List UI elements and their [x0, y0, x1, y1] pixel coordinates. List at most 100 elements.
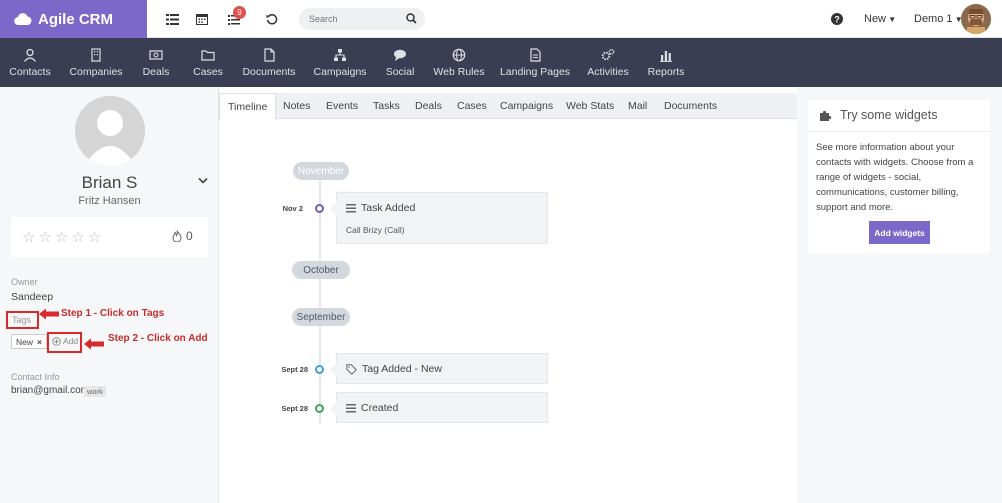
tab-documents[interactable]: Documents — [664, 93, 717, 119]
nav-campaigns[interactable]: Campaigns — [313, 38, 367, 87]
page-icon — [530, 47, 541, 62]
nav-label: Cases — [193, 65, 223, 78]
history-icon[interactable] — [264, 11, 280, 27]
timeline-month-november: November — [293, 162, 349, 180]
close-icon[interactable]: × — [37, 337, 42, 347]
puzzle-icon — [820, 110, 832, 121]
search-box[interactable] — [299, 8, 425, 30]
nav-social[interactable]: Social — [386, 38, 414, 87]
widgets-title: Try some widgets — [819, 108, 937, 122]
chevron-down-icon[interactable] — [198, 177, 208, 185]
brand-logo[interactable]: Agile CRM — [0, 0, 147, 38]
tag-label: New — [16, 336, 34, 347]
tab-label: Cases — [457, 100, 487, 112]
widgets-sidebar: Try some widgets See more information ab… — [797, 87, 1002, 503]
new-menu[interactable]: New ▼ — [864, 13, 896, 25]
star-icon[interactable]: ☆ — [38, 228, 51, 246]
tab-tasks[interactable]: Tasks — [373, 93, 400, 119]
tab-label: Notes — [283, 100, 311, 112]
user-menu-label: Demo 1 — [914, 13, 953, 25]
sitemap-icon — [334, 48, 346, 61]
new-menu-label: New — [864, 13, 887, 25]
annotation-step1: Step 1 - Click on Tags — [61, 308, 165, 319]
annotation-arrow-icon — [39, 308, 59, 320]
nav-companies[interactable]: Companies — [69, 38, 123, 87]
search-icon[interactable] — [406, 13, 417, 24]
tab-timeline[interactable]: Timeline — [219, 93, 277, 120]
timeline-dot — [315, 204, 324, 213]
folder-icon — [201, 49, 215, 61]
email-type-badge: work — [84, 386, 106, 397]
event-date: Nov 2 — [282, 204, 303, 213]
nav-label: Web Rules — [433, 65, 485, 78]
timeline-event-card[interactable]: Created — [330, 392, 548, 423]
nav-activities[interactable]: Activities — [587, 38, 629, 87]
widgets-title-text: Try some widgets — [840, 108, 938, 122]
timeline-dot — [315, 404, 324, 413]
contact-email[interactable]: brian@gmail.com — [11, 385, 89, 396]
tab-web-stats[interactable]: Web Stats — [566, 93, 614, 119]
brand-name: Agile CRM — [38, 10, 113, 28]
search-input[interactable] — [309, 14, 405, 24]
tab-campaigns[interactable]: Campaigns — [500, 93, 553, 119]
star-icon[interactable]: ☆ — [22, 228, 35, 246]
nav-landing-pages[interactable]: Landing Pages — [500, 38, 570, 87]
calendar-icon[interactable] — [194, 11, 210, 27]
star-icon[interactable]: ☆ — [88, 228, 101, 246]
nav-label: Deals — [142, 65, 170, 78]
svg-text:?: ? — [834, 15, 840, 25]
list-view-icon[interactable] — [164, 11, 180, 27]
tab-events[interactable]: Events — [326, 93, 358, 119]
help-icon[interactable]: ? — [829, 11, 845, 27]
contact-company[interactable]: Fritz Hansen — [0, 195, 219, 207]
star-icon[interactable]: ☆ — [55, 228, 68, 246]
star-icon[interactable]: ☆ — [71, 228, 84, 246]
tab-cases[interactable]: Cases — [457, 93, 487, 119]
nav-label: Companies — [69, 65, 123, 78]
user-avatar[interactable] — [961, 4, 991, 34]
top-bar: Agile CRM 9 ? New ▼ Demo 1 ▼ — [0, 0, 1002, 38]
contact-sidebar: Brian S Fritz Hansen ☆ ☆ ☆ ☆ ☆ 0 Owner S… — [0, 87, 219, 503]
notification-badge[interactable]: 9 — [233, 6, 246, 19]
tab-notes[interactable]: Notes — [283, 93, 310, 119]
contact-avatar[interactable] — [75, 96, 145, 166]
event-date: Sept 28 — [281, 404, 308, 413]
tab-mail[interactable]: Mail — [628, 93, 647, 119]
main-content: Timeline Notes Events Tasks Deals Cases … — [219, 87, 797, 503]
event-title-text: Tag Added - New — [362, 363, 442, 375]
nav-contacts[interactable]: Contacts — [9, 38, 51, 87]
event-title: Task Added — [346, 202, 415, 214]
event-date: Sept 28 — [281, 365, 308, 374]
document-icon — [264, 47, 275, 62]
timeline-month-september: September — [292, 308, 350, 326]
timeline-event-card[interactable]: Task Added Call Brizy (Call) — [330, 192, 548, 244]
tab-deals[interactable]: Deals — [415, 93, 442, 119]
nav-label: Social — [385, 65, 415, 78]
nav-reports[interactable]: Reports — [648, 38, 684, 87]
nav-web-rules[interactable]: Web Rules — [433, 38, 485, 87]
tag-chip[interactable]: New × — [11, 334, 47, 349]
nav-cases[interactable]: Cases — [193, 38, 223, 87]
tab-label: Events — [326, 100, 359, 112]
timeline-event-card[interactable]: Tag Added - New — [330, 353, 548, 384]
score-value: 0 — [186, 229, 193, 243]
tag-icon — [346, 363, 357, 375]
event-title-text: Created — [361, 402, 399, 414]
user-menu[interactable]: Demo 1 ▼ — [914, 13, 963, 25]
nav-label: Contacts — [9, 65, 51, 78]
divider — [808, 131, 990, 132]
add-widgets-button[interactable]: Add widgets — [869, 221, 930, 244]
nav-deals[interactable]: Deals — [142, 38, 170, 87]
contact-name: Brian S — [81, 173, 138, 192]
tab-label: Deals — [415, 100, 442, 112]
nav-documents[interactable]: Documents — [242, 38, 296, 87]
main-nav: Contacts Companies Deals Cases Documents… — [0, 38, 1002, 87]
tab-label: Web Stats — [566, 100, 615, 112]
globe-icon — [452, 48, 466, 61]
annotation-box-tags — [6, 311, 39, 329]
tab-label: Tasks — [373, 100, 400, 112]
lead-score: 0 — [172, 229, 193, 243]
tab-label: Documents — [664, 100, 718, 112]
owner-value[interactable]: Sandeep — [11, 291, 53, 303]
cogs-icon — [601, 48, 615, 60]
